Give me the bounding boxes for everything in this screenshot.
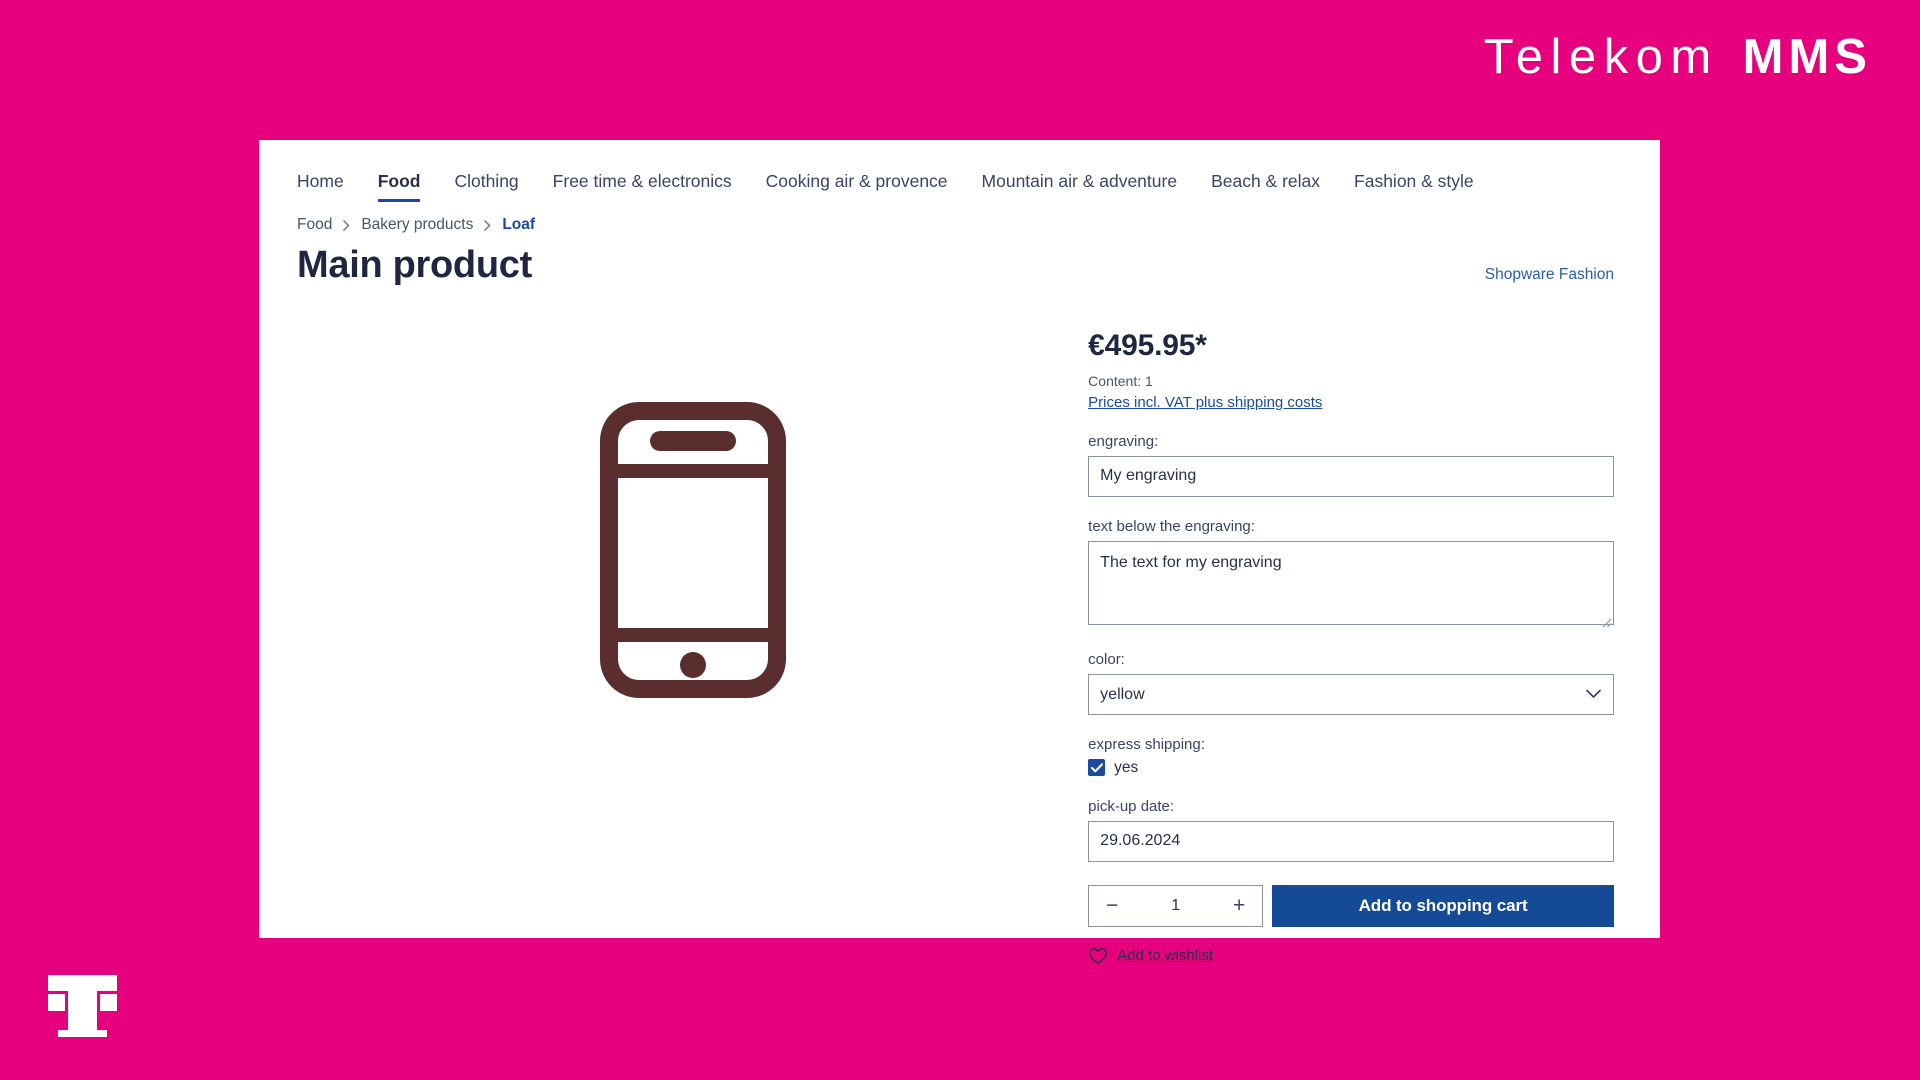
text-below-engraving-label: text below the engraving: bbox=[1088, 517, 1255, 535]
product-body: €495.95* Content: 1 Prices incl. VAT plu… bbox=[259, 290, 1660, 965]
telekom-t-logo bbox=[45, 972, 120, 1040]
breadcrumb-item-loaf[interactable]: Loaf bbox=[502, 216, 535, 234]
nav-item-fashion-style[interactable]: Fashion & style bbox=[1337, 165, 1491, 204]
engraving-input[interactable] bbox=[1088, 455, 1614, 497]
nav-item-clothing[interactable]: Clothing bbox=[437, 165, 535, 204]
brand-word-telekom: Telekom bbox=[1483, 30, 1719, 84]
quantity-stepper: − + bbox=[1088, 884, 1264, 927]
quantity-input[interactable] bbox=[1135, 896, 1217, 915]
express-shipping-checkbox-label[interactable]: yes bbox=[1114, 759, 1138, 777]
chevron-right-icon bbox=[343, 219, 350, 231]
content-card: Home Food Clothing Free time & electroni… bbox=[259, 140, 1660, 964]
field-group-engraving: engraving: bbox=[1088, 433, 1614, 497]
express-shipping-checkbox[interactable] bbox=[1088, 759, 1106, 776]
express-shipping-checkbox-row[interactable]: yes bbox=[1088, 759, 1614, 777]
nav-item-cooking-air-provence[interactable]: Cooking air & provence bbox=[749, 165, 965, 204]
page-title: Main product bbox=[297, 244, 532, 286]
product-price: €495.95* bbox=[1088, 328, 1207, 362]
smartphone-product-icon bbox=[599, 401, 786, 698]
chevron-right-icon bbox=[484, 219, 491, 231]
breadcrumb-item-bakery-products[interactable]: Bakery products bbox=[361, 216, 473, 234]
check-icon bbox=[1090, 762, 1103, 772]
nav-item-beach-relax[interactable]: Beach & relax bbox=[1194, 165, 1337, 204]
pickup-date-input[interactable] bbox=[1088, 820, 1614, 862]
cart-row: − + Add to shopping cart bbox=[1088, 884, 1614, 927]
page-root: Telekom MMS Home Food Clothing Free time … bbox=[0, 0, 1920, 1080]
add-to-wishlist-label[interactable]: Add to wishlist bbox=[1117, 947, 1213, 964]
nav-item-food[interactable]: Food bbox=[361, 165, 438, 204]
nav-item-free-time-electronics[interactable]: Free time & electronics bbox=[536, 165, 749, 204]
text-below-engraving-wrap bbox=[1088, 540, 1614, 630]
brand-word-mms: MMS bbox=[1742, 30, 1872, 84]
quantity-increase-button[interactable]: + bbox=[1216, 886, 1262, 926]
product-content-line: Content: 1 bbox=[1088, 372, 1153, 389]
brand-header: Telekom MMS bbox=[0, 0, 1920, 140]
quantity-decrease-button[interactable]: − bbox=[1089, 886, 1135, 926]
main-navigation: Home Food Clothing Free time & electroni… bbox=[259, 140, 1660, 204]
text-below-engraving-textarea[interactable] bbox=[1088, 540, 1614, 625]
manufacturer-link[interactable]: Shopware Fashion bbox=[1485, 266, 1614, 284]
field-group-text-below-engraving: text below the engraving: bbox=[1088, 518, 1614, 630]
color-select-wrap: yellow bbox=[1088, 673, 1614, 715]
nav-item-mountain-air-adventure[interactable]: Mountain air & adventure bbox=[965, 165, 1195, 204]
field-group-color: color: yellow bbox=[1088, 651, 1614, 715]
express-shipping-label: express shipping: bbox=[1088, 735, 1205, 753]
wishlist-row[interactable]: Add to wishlist bbox=[1088, 947, 1614, 965]
title-row: Main product Shopware Fashion bbox=[259, 234, 1660, 290]
field-group-pickup-date: pick-up date: bbox=[1088, 798, 1614, 862]
pickup-date-label: pick-up date: bbox=[1088, 797, 1175, 815]
field-group-express-shipping: express shipping: yes bbox=[1088, 736, 1614, 777]
breadcrumb-item-food[interactable]: Food bbox=[297, 216, 332, 234]
breadcrumb: Food Bakery products Loaf bbox=[259, 204, 1660, 234]
color-label: color: bbox=[1088, 650, 1125, 668]
engraving-label: engraving: bbox=[1088, 432, 1159, 450]
telekom-mms-wordmark: Telekom MMS bbox=[1484, 33, 1872, 82]
add-to-shopping-cart-button[interactable]: Add to shopping cart bbox=[1272, 884, 1614, 927]
tax-and-shipping-link[interactable]: Prices incl. VAT plus shipping costs bbox=[1088, 394, 1322, 411]
product-gallery bbox=[297, 312, 1088, 965]
buy-box: €495.95* Content: 1 Prices incl. VAT plu… bbox=[1088, 312, 1614, 965]
nav-item-home[interactable]: Home bbox=[280, 165, 361, 204]
color-select[interactable]: yellow bbox=[1088, 673, 1614, 715]
heart-icon[interactable] bbox=[1088, 947, 1108, 965]
